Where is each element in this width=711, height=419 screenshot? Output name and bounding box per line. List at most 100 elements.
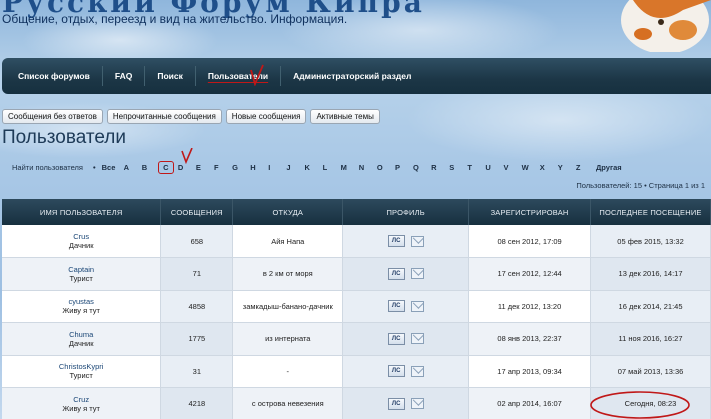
letter-b[interactable]: B bbox=[142, 163, 160, 172]
private-message-button[interactable]: ЛС bbox=[387, 332, 405, 345]
letter-q[interactable]: Q bbox=[413, 163, 431, 172]
user-rank: Живу я тут bbox=[62, 403, 100, 413]
username-cell: Captain Турист bbox=[2, 257, 162, 291]
alphabet-filter: Найти пользователя • Все A B C D E F G H… bbox=[12, 161, 622, 174]
table-row: ChristosKypri Турист 31- ЛС 17 апр 2013, 09:… bbox=[2, 355, 711, 388]
letter-s[interactable]: S bbox=[449, 163, 467, 172]
letter-x[interactable]: X bbox=[540, 163, 558, 172]
private-message-button[interactable]: ЛС bbox=[387, 397, 405, 410]
email-icon[interactable] bbox=[410, 300, 424, 312]
col-profile: ПРОФИЛЬ bbox=[342, 199, 470, 225]
table-row: Captain Турист 71 в 2 км от моря ЛС 17 сен 20… bbox=[2, 257, 711, 291]
letter-j[interactable]: J bbox=[286, 163, 304, 172]
col-username[interactable]: ИМЯ ПОЛЬЗОВАТЕЛЯ bbox=[2, 199, 162, 225]
last-visit-cell: 13 дек 2016, 14:17 bbox=[590, 257, 711, 291]
username-link[interactable]: ChristosKypri bbox=[2, 362, 160, 371]
registered-cell: 08 сен 2012, 17:09 bbox=[468, 225, 592, 258]
registered-cell: 17 сен 2012, 12:44 bbox=[468, 257, 592, 291]
col-registered[interactable]: ЗАРЕГИСТРИРОВАН bbox=[468, 199, 592, 225]
private-message-button[interactable]: ЛС bbox=[387, 300, 405, 313]
letter-k[interactable]: K bbox=[304, 163, 322, 172]
letter-a[interactable]: A bbox=[124, 163, 142, 172]
location-cell: в 2 км от моря bbox=[232, 257, 344, 291]
user-rank: Турист bbox=[69, 273, 93, 283]
cat-banner-image bbox=[583, 0, 711, 52]
new-posts-button[interactable]: Новые сообщения bbox=[225, 109, 307, 124]
username-link[interactable]: Captain bbox=[2, 265, 160, 274]
unanswered-posts-button[interactable]: Сообщения без ответов bbox=[2, 109, 103, 124]
private-message-button[interactable]: ЛС bbox=[387, 267, 405, 280]
posts-cell: 4858 bbox=[160, 290, 234, 323]
location-cell: замкадыш-банано-дачник bbox=[232, 290, 344, 323]
col-location[interactable]: ОТКУДА bbox=[232, 199, 344, 225]
letter-z[interactable]: Z bbox=[576, 163, 594, 172]
letter-all[interactable]: Все bbox=[102, 163, 124, 172]
username-cell: ChristosKypri Турист bbox=[2, 355, 162, 388]
username-cell: Crus Дачник bbox=[2, 225, 162, 258]
profile-cell: ЛС bbox=[342, 225, 470, 258]
private-message-button[interactable]: ЛС bbox=[387, 235, 405, 247]
email-icon[interactable] bbox=[410, 365, 424, 377]
letter-t[interactable]: T bbox=[467, 163, 485, 172]
registered-cell: 08 янв 2013, 22:37 bbox=[468, 322, 592, 356]
letter-i[interactable]: I bbox=[268, 163, 286, 172]
letter-e[interactable]: E bbox=[196, 163, 214, 172]
main-navbar: Список форумов FAQ Поиск Пользователи Ад… bbox=[2, 58, 711, 94]
profile-cell: ЛС bbox=[342, 322, 470, 356]
email-icon[interactable] bbox=[410, 398, 424, 410]
letter-n[interactable]: N bbox=[359, 163, 377, 172]
letter-g[interactable]: G bbox=[232, 163, 250, 172]
letter-r[interactable]: R bbox=[431, 163, 449, 172]
email-icon[interactable] bbox=[410, 235, 424, 247]
letter-l[interactable]: L bbox=[323, 163, 341, 172]
nav-faq[interactable]: FAQ bbox=[101, 66, 144, 86]
letter-o[interactable]: O bbox=[377, 163, 395, 172]
private-message-button[interactable]: ЛС bbox=[387, 365, 405, 378]
active-topics-button[interactable]: Активные темы bbox=[310, 109, 380, 124]
username-cell: Cruz Живу я тут bbox=[2, 387, 162, 419]
checkmark-annotation-icon bbox=[181, 148, 193, 164]
user-rank: Дачник bbox=[68, 241, 94, 250]
username-link[interactable]: cyustas bbox=[2, 297, 160, 306]
nav-forum-list[interactable]: Список форумов bbox=[6, 66, 102, 86]
profile-cell: ЛС bbox=[342, 355, 470, 388]
nav-search[interactable]: Поиск bbox=[144, 66, 195, 86]
posts-cell: 71 bbox=[160, 257, 234, 291]
registered-cell: 02 апр 2014, 16:07 bbox=[468, 387, 592, 419]
pagination-info: Пользователей: 15 • Страница 1 из 1 bbox=[576, 181, 705, 190]
nav-users[interactable]: Пользователи bbox=[194, 66, 280, 86]
letter-u[interactable]: U bbox=[485, 163, 503, 172]
email-icon[interactable] bbox=[410, 333, 424, 345]
col-posts[interactable]: СООБЩЕНИЯ bbox=[160, 199, 234, 225]
table-row: Chuma Дачник 1775 из интерната ЛС 08 янв 2013… bbox=[2, 322, 711, 356]
letter-h[interactable]: H bbox=[250, 163, 268, 172]
last-visit-cell: 11 ноя 2016, 16:27 bbox=[590, 322, 711, 356]
letter-d[interactable]: D bbox=[178, 163, 196, 172]
username-link[interactable]: Crus bbox=[2, 232, 160, 241]
page-title: Пользователи bbox=[2, 127, 127, 148]
quick-links: Сообщения без ответов Непрочитанные сооб… bbox=[2, 109, 380, 124]
email-icon[interactable] bbox=[410, 268, 424, 280]
col-last-visit[interactable]: ПОСЛЕДНЕЕ ПОСЕЩЕНИЕ bbox=[590, 199, 711, 225]
table-row: Crus Дачник 658 Айя Напа ЛС 08 сен 2012, 17:0… bbox=[2, 225, 711, 258]
find-user-label: Найти пользователя bbox=[12, 163, 83, 172]
letter-y[interactable]: Y bbox=[558, 163, 576, 172]
letter-w[interactable]: W bbox=[522, 163, 540, 172]
unread-posts-button[interactable]: Непрочитанные сообщения bbox=[106, 109, 222, 124]
location-cell: с острова невезения bbox=[232, 387, 344, 419]
last-visit-cell: 07 май 2013, 13:36 bbox=[590, 355, 711, 388]
location-cell: Айя Напа bbox=[232, 225, 344, 258]
letter-p[interactable]: P bbox=[395, 163, 413, 172]
posts-cell: 31 bbox=[160, 355, 234, 388]
user-rank: Живу я тут bbox=[62, 306, 100, 316]
letter-other[interactable]: Другая bbox=[596, 163, 622, 172]
letter-m[interactable]: M bbox=[341, 163, 359, 172]
nav-admin-section[interactable]: Администраторский раздел bbox=[280, 66, 423, 86]
username-link[interactable]: Chuma bbox=[2, 330, 160, 339]
table-row: cyustas Живу я тут 4858 замкадыш-банано-дач… bbox=[2, 290, 711, 323]
letter-f[interactable]: F bbox=[214, 163, 232, 172]
letter-c[interactable]: C bbox=[157, 161, 174, 174]
username-link[interactable]: Cruz bbox=[2, 395, 160, 404]
user-rank: Турист bbox=[69, 371, 93, 381]
letter-v[interactable]: V bbox=[504, 163, 522, 172]
